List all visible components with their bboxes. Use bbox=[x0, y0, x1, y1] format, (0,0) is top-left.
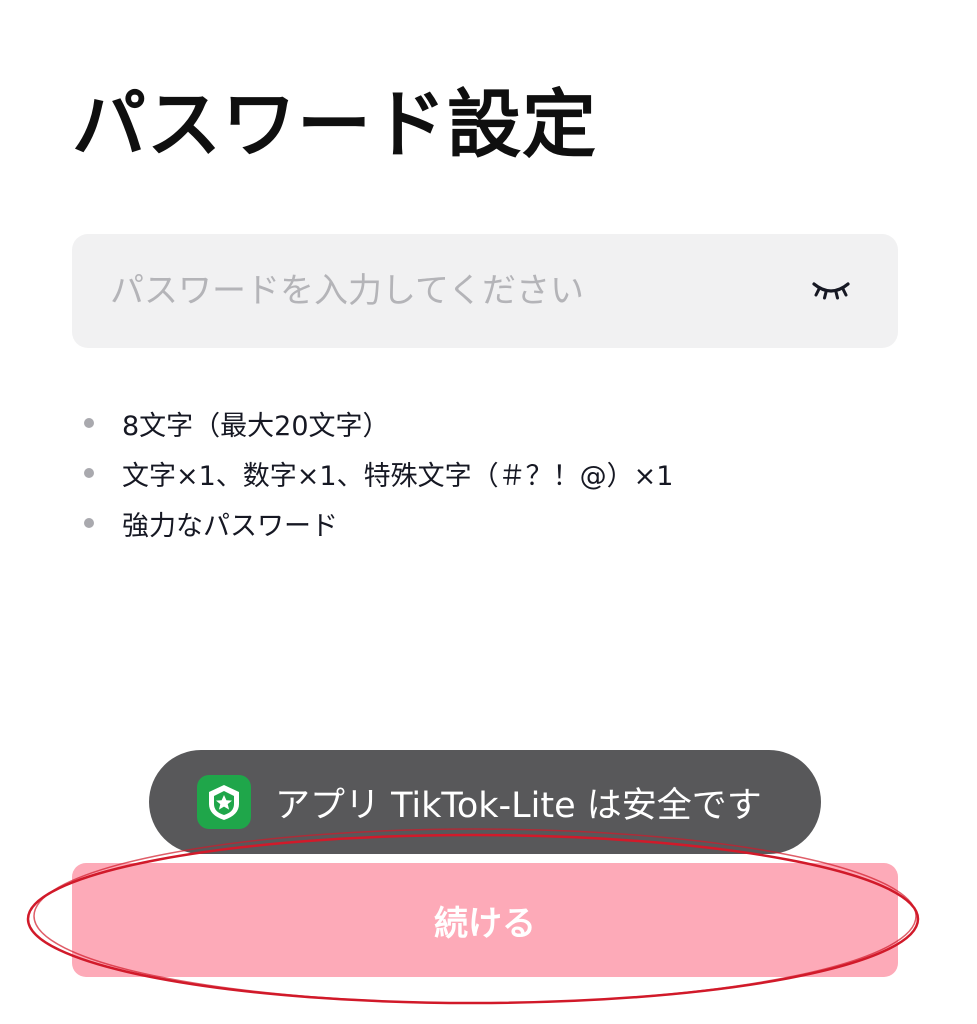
password-field[interactable] bbox=[72, 234, 898, 348]
password-rules-list: 8文字（最大20文字） 文字×1、数字×1、特殊文字（＃？！@）×1 強力なパス… bbox=[84, 398, 673, 548]
bullet-dot-icon bbox=[84, 518, 94, 528]
security-shield-icon bbox=[197, 775, 251, 829]
rule-text: 文字×1、数字×1、特殊文字（＃？！@）×1 bbox=[122, 460, 674, 492]
continue-button[interactable]: 続ける bbox=[72, 863, 898, 977]
password-input[interactable] bbox=[72, 234, 792, 348]
security-toast: アプリ TikTok-Lite は安全です bbox=[149, 750, 821, 854]
rule-text: 強力なパスワード bbox=[122, 510, 338, 542]
toast-message: アプリ TikTok-Lite は安全です bbox=[275, 785, 762, 826]
rule-text: 8文字（最大20文字） bbox=[122, 410, 390, 442]
rule-item: 強力なパスワード bbox=[84, 498, 673, 548]
rule-item: 8文字（最大20文字） bbox=[84, 398, 673, 448]
bullet-dot-icon bbox=[84, 468, 94, 478]
page-title: パスワード設定 bbox=[72, 82, 597, 168]
bullet-dot-icon bbox=[84, 418, 94, 428]
eye-closed-icon[interactable] bbox=[808, 272, 854, 308]
rule-item: 文字×1、数字×1、特殊文字（＃？！@）×1 bbox=[84, 448, 673, 498]
